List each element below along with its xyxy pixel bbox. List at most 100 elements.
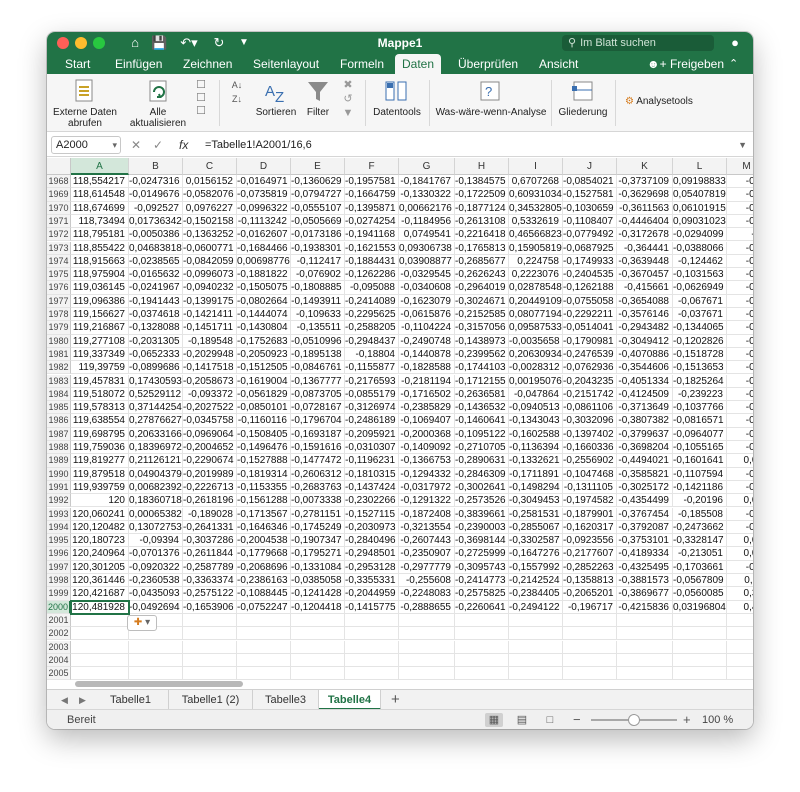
cell[interactable]	[183, 613, 237, 628]
cell[interactable]: -0,3363374	[183, 574, 237, 588]
cell[interactable]: 119,277108	[71, 334, 129, 348]
cell[interactable]: -0,0560085	[673, 587, 727, 601]
column-header-j[interactable]: J	[563, 158, 617, 175]
cell[interactable]: -0,1294332	[399, 467, 455, 481]
cell[interactable]: -0,1440878	[399, 347, 455, 362]
what-if-analysis-button[interactable]: ? Was-wäre-wenn-Analyse	[435, 78, 547, 118]
cell[interactable]: -0,0855179	[345, 387, 399, 402]
cell[interactable]	[183, 640, 237, 654]
cell[interactable]: -0,213051	[673, 547, 727, 561]
cell[interactable]: -0,1660336	[563, 441, 617, 455]
sheet-tab-tabelle3[interactable]: Tabelle3	[253, 690, 319, 710]
column-header-a[interactable]: A	[71, 158, 129, 175]
cell[interactable]: -0,415661	[617, 281, 673, 295]
cell[interactable]	[345, 613, 399, 628]
cell[interactable]: -0,2216418	[455, 228, 509, 242]
cell[interactable]: -0,2404535	[563, 268, 617, 282]
cell[interactable]: -0,3095743	[455, 560, 509, 574]
cell[interactable]: -0,2977779	[399, 560, 455, 574]
cell[interactable]: -0,0794727	[291, 188, 345, 202]
cell[interactable]: 120,060241	[71, 507, 129, 521]
cell[interactable]: -0,0687925	[563, 241, 617, 255]
cell[interactable]: -0,1291322	[399, 494, 455, 508]
cell[interactable]: -0,1030659	[563, 201, 617, 215]
cell[interactable]: -0,3654088	[617, 294, 673, 308]
cell[interactable]: -0,1	[727, 401, 753, 415]
column-header-i[interactable]: I	[509, 158, 563, 175]
row-header[interactable]: 2001	[47, 613, 71, 628]
cell[interactable]: -0,1496476	[237, 441, 291, 455]
cell[interactable]: -0,0050386	[129, 228, 183, 242]
next-sheet-icon[interactable]: ▶	[79, 690, 86, 710]
row-header[interactable]: 1991	[47, 480, 71, 495]
cell[interactable]: -0,1421411	[183, 308, 237, 322]
name-box[interactable]: A2000 ▾	[51, 136, 121, 154]
cell[interactable]: -0,1819314	[237, 467, 291, 481]
cell[interactable]: -0,0	[727, 255, 753, 269]
cell[interactable]: -0,1527581	[563, 188, 617, 202]
cell[interactable]: 120,421687	[71, 587, 129, 601]
cell[interactable]: -0,1367777	[291, 374, 345, 388]
formula-input[interactable]: =Tabelle1!A2001/16,6	[205, 136, 312, 154]
cell[interactable]: -0,0850101	[237, 401, 291, 415]
cell[interactable]: -0,4051334	[617, 374, 673, 388]
cell[interactable]: 0,00662176	[399, 201, 455, 215]
cell[interactable]	[345, 653, 399, 668]
cell[interactable]: -0,0035658	[509, 334, 563, 348]
row-header[interactable]: 1976	[47, 281, 71, 295]
cell[interactable]: 119,036145	[71, 281, 129, 295]
cell[interactable]: -0,2177607	[563, 547, 617, 561]
minimize-window-button[interactable]	[75, 37, 87, 49]
cell[interactable]: 119,156627	[71, 308, 129, 322]
cell[interactable]: -0,0388066	[673, 241, 727, 255]
cell[interactable]: -0,0238565	[129, 254, 183, 269]
cell[interactable]: -0,2476539	[563, 347, 617, 362]
row-header[interactable]: 1986	[47, 414, 71, 428]
cell[interactable]: -0,0	[727, 414, 753, 428]
cell[interactable]: -0,1810315	[345, 467, 399, 481]
cell[interactable]: -0,3355331	[345, 574, 399, 588]
cell[interactable]: 0,00682392	[129, 480, 183, 495]
cell[interactable]: 119,337349	[71, 347, 129, 362]
row-header[interactable]: 1983	[47, 374, 71, 388]
cell[interactable]	[563, 667, 617, 681]
cell[interactable]: -0,1409092	[399, 441, 455, 455]
cell[interactable]: -0,2292211	[563, 308, 617, 322]
cell[interactable]: -0,1749933	[563, 254, 617, 269]
cell[interactable]: 0,224758	[509, 254, 563, 269]
column-header-c[interactable]: C	[183, 158, 237, 175]
cell[interactable]: -0,0385058	[291, 574, 345, 588]
cell[interactable]: 0,52529112	[129, 387, 183, 402]
cell[interactable]: -0,3032096	[563, 414, 617, 428]
cell[interactable]: 0,37144254	[129, 401, 183, 415]
cell[interactable]: -0,1796704	[291, 414, 345, 428]
cell[interactable]: -0,1399175	[183, 294, 237, 308]
cell[interactable]: 0,04904379	[129, 467, 183, 481]
cell[interactable]: -0,1	[727, 375, 753, 388]
cell[interactable]: -0,0	[727, 215, 753, 229]
cell[interactable]: -0,0162607	[237, 228, 291, 242]
cell[interactable]: -0,0762936	[563, 361, 617, 375]
cell[interactable]	[509, 613, 563, 628]
cell[interactable]	[291, 627, 345, 641]
cell[interactable]: 0,0156152	[183, 175, 237, 189]
row-header[interactable]: 1987	[47, 427, 71, 441]
cell[interactable]: -0,3839661	[455, 507, 509, 521]
cell[interactable]: -0,4124509	[617, 387, 673, 402]
cell[interactable]: -0,0899686	[129, 361, 183, 375]
cell[interactable]: -0,1	[727, 508, 753, 521]
cell[interactable]	[237, 627, 291, 641]
cell[interactable]: 119,819277	[71, 454, 129, 468]
cell[interactable]: -0,1108407	[563, 214, 617, 229]
cell[interactable]: -0,2068696	[237, 560, 291, 574]
home-icon[interactable]: ⌂	[127, 34, 143, 52]
cell[interactable]: -0,1619004	[237, 374, 291, 388]
sheet-tab-tabelle1-2[interactable]: Tabelle1 (2)	[169, 690, 253, 710]
cell[interactable]: -0,2414773	[455, 574, 509, 588]
cell[interactable]: 118,915663	[71, 254, 129, 269]
tab-data[interactable]: Daten	[395, 54, 441, 74]
cell[interactable]: -0,095088	[345, 281, 399, 295]
column-header-m[interactable]: M	[727, 158, 753, 175]
cell[interactable]: -0,1895138	[291, 347, 345, 362]
row-header[interactable]: 1996	[47, 547, 71, 561]
